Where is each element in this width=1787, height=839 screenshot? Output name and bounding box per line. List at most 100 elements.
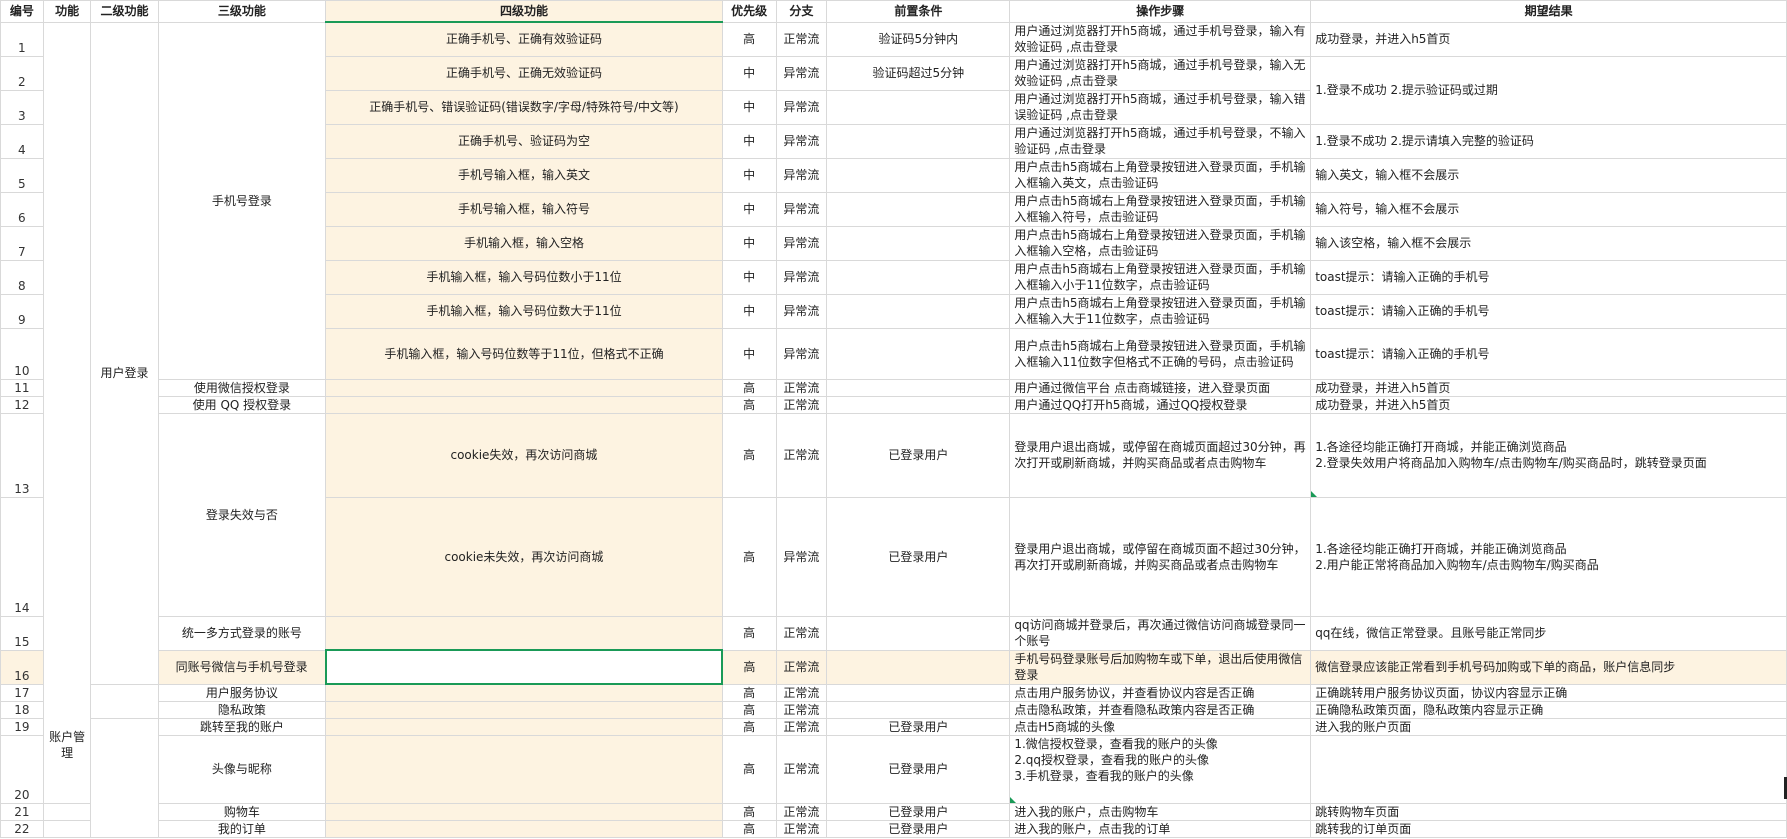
branch-cell[interactable]: 异常流 — [775, 191, 828, 227]
expected-cell[interactable]: 1.登录不成功 2.提示验证码或过期 — [1310, 55, 1787, 125]
header-cell[interactable]: 优先级 — [721, 0, 777, 23]
priority-cell[interactable]: 高 — [721, 683, 777, 702]
row-number[interactable]: 7 — [0, 225, 44, 261]
steps-cell[interactable]: 1.微信授权登录，查看我的账户的头像 2.qq授权登录，查看我的账户的头像 3.… — [1009, 734, 1312, 804]
expected-cell[interactable]: 1.各途径均能正确打开商城，并能正确浏览商品 2.用户能正常将商品加入购物车/点… — [1310, 496, 1787, 617]
header-cell[interactable]: 分支 — [775, 0, 828, 23]
steps-cell[interactable]: 用户点击h5商城右上角登录按钮进入登录页面，手机输入框输入符号，点击验证码 — [1009, 191, 1312, 227]
steps-cell[interactable]: 点击用户服务协议，并查看协议内容是否正确 — [1009, 683, 1312, 702]
tertiary-feature-cell[interactable]: 购物车 — [157, 802, 327, 821]
branch-cell[interactable]: 正常流 — [775, 21, 828, 57]
precondition-cell[interactable]: 验证码5分钟内 — [826, 21, 1011, 57]
expected-cell[interactable]: 正确跳转用户服务协议页面，协议内容显示正确 — [1310, 683, 1787, 702]
secondary-feature-cell-empty[interactable] — [90, 683, 159, 719]
expected-cell[interactable]: qq在线，微信正常登录。且账号能正常同步 — [1310, 615, 1787, 651]
priority-cell[interactable]: 高 — [721, 819, 777, 838]
l4-cell[interactable]: 正确手机号、正确无效验证码 — [325, 55, 723, 91]
expected-cell[interactable]: 微信登录应该能正常看到手机号码加购或下单的商品，账户信息同步 — [1310, 649, 1787, 685]
precondition-cell[interactable] — [826, 378, 1011, 397]
header-cell[interactable]: 三级功能 — [157, 0, 327, 23]
row-number[interactable]: 14 — [0, 496, 44, 617]
l4-cell[interactable]: 正确手机号、错误验证码(错误数字/字母/特殊符号/中文等) — [325, 89, 723, 125]
precondition-cell[interactable] — [826, 191, 1011, 227]
expected-cell[interactable]: toast提示：请输入正确的手机号 — [1310, 327, 1787, 380]
header-cell[interactable]: 二级功能 — [90, 0, 159, 23]
row-number[interactable]: 2 — [0, 55, 44, 91]
l4-cell[interactable]: 手机号输入框，输入符号 — [325, 191, 723, 227]
l4-cell[interactable] — [325, 700, 723, 719]
priority-cell[interactable]: 中 — [721, 259, 777, 295]
expected-cell[interactable]: 成功登录，并进入h5首页 — [1310, 395, 1787, 414]
row-number[interactable]: 6 — [0, 191, 44, 227]
expected-cell[interactable]: 1.登录不成功 2.提示请填入完整的验证码 — [1310, 123, 1787, 159]
priority-cell[interactable]: 中 — [721, 157, 777, 193]
row-number[interactable]: 10 — [0, 327, 44, 380]
expected-cell[interactable] — [1310, 734, 1787, 804]
priority-cell[interactable]: 高 — [721, 615, 777, 651]
steps-cell[interactable]: 用户点击h5商城右上角登录按钮进入登录页面，手机输入框输入空格，点击验证码 — [1009, 225, 1312, 261]
tertiary-feature-cell[interactable]: 统一多方式登录的账号 — [157, 615, 327, 651]
header-cell[interactable]: 期望结果 — [1310, 0, 1787, 23]
steps-cell[interactable]: 用户点击h5商城右上角登录按钮进入登录页面，手机输入框输入大于11位数字，点击验… — [1009, 293, 1312, 329]
row-number[interactable]: 4 — [0, 123, 44, 159]
priority-cell[interactable]: 中 — [721, 225, 777, 261]
expected-cell[interactable]: 跳转购物车页面 — [1310, 802, 1787, 821]
precondition-cell[interactable] — [826, 225, 1011, 261]
precondition-cell[interactable]: 已登录用户 — [826, 734, 1011, 804]
row-number[interactable]: 15 — [0, 615, 44, 651]
branch-cell[interactable]: 正常流 — [775, 683, 828, 702]
priority-cell[interactable]: 中 — [721, 191, 777, 227]
priority-cell[interactable]: 中 — [721, 89, 777, 125]
precondition-cell[interactable] — [826, 259, 1011, 295]
expected-cell[interactable]: 成功登录，并进入h5首页 — [1310, 378, 1787, 397]
priority-cell[interactable]: 高 — [721, 496, 777, 617]
precondition-cell[interactable] — [826, 700, 1011, 719]
steps-cell[interactable]: qq访问商城并登录后，再次通过微信访问商城登录同一个账号 — [1009, 615, 1312, 651]
steps-cell[interactable]: 用户点击h5商城右上角登录按钮进入登录页面，手机输入框输入小于11位数字，点击验… — [1009, 259, 1312, 295]
row-number[interactable]: 5 — [0, 157, 44, 193]
branch-cell[interactable]: 正常流 — [775, 412, 828, 498]
steps-cell[interactable]: 用户通过QQ打开h5商城，通过QQ授权登录 — [1009, 395, 1312, 414]
steps-cell[interactable]: 进入我的账户，点击我的订单 — [1009, 819, 1312, 838]
header-cell[interactable]: 功能 — [42, 0, 92, 23]
expected-cell[interactable]: toast提示：请输入正确的手机号 — [1310, 293, 1787, 329]
steps-cell[interactable]: 用户通过浏览器打开h5商城，通过手机号登录，不输入验证码 ,点击登录 — [1009, 123, 1312, 159]
row-number[interactable]: 11 — [0, 378, 44, 397]
header-cell[interactable]: 操作步骤 — [1009, 0, 1312, 23]
row-number[interactable]: 19 — [0, 717, 44, 736]
precondition-cell[interactable] — [826, 89, 1011, 125]
l4-cell[interactable] — [325, 683, 723, 702]
row-number[interactable]: 3 — [0, 89, 44, 125]
branch-cell[interactable]: 正常流 — [775, 802, 828, 821]
l4-cell[interactable] — [325, 819, 723, 838]
expected-cell[interactable]: 进入我的账户页面 — [1310, 717, 1787, 736]
row-number[interactable]: 17 — [0, 683, 44, 702]
branch-cell[interactable]: 异常流 — [775, 55, 828, 91]
steps-cell[interactable]: 用户通过浏览器打开h5商城，通过手机号登录，输入错误验证码 ,点击登录 — [1009, 89, 1312, 125]
tertiary-feature-cell[interactable]: 使用微信授权登录 — [157, 378, 327, 397]
steps-cell[interactable]: 点击H5商城的头像 — [1009, 717, 1312, 736]
branch-cell[interactable]: 异常流 — [775, 225, 828, 261]
expected-cell[interactable]: 跳转我的订单页面 — [1310, 819, 1787, 838]
priority-cell[interactable]: 高 — [721, 378, 777, 397]
steps-cell[interactable]: 手机号码登录账号后加购物车或下单，退出后使用微信登录 — [1009, 649, 1312, 685]
header-cell[interactable]: 编号 — [0, 0, 44, 23]
branch-cell[interactable]: 异常流 — [775, 157, 828, 193]
branch-cell[interactable]: 正常流 — [775, 717, 828, 736]
priority-cell[interactable]: 中 — [721, 55, 777, 91]
precondition-cell[interactable] — [826, 327, 1011, 380]
steps-cell[interactable]: 进入我的账户，点击购物车 — [1009, 802, 1312, 821]
row-number[interactable]: 16 — [0, 649, 44, 685]
steps-cell[interactable]: 登录用户退出商城，或停留在商城页面不超过30分钟，再次打开或刷新商城，并购买商品… — [1009, 496, 1312, 617]
precondition-cell[interactable]: 已登录用户 — [826, 412, 1011, 498]
l4-cell[interactable]: 正确手机号、验证码为空 — [325, 123, 723, 159]
steps-cell[interactable]: 用户点击h5商城右上角登录按钮进入登录页面，手机输入框输入英文，点击验证码 — [1009, 157, 1312, 193]
priority-cell[interactable]: 高 — [721, 21, 777, 57]
branch-cell[interactable]: 异常流 — [775, 327, 828, 380]
precondition-cell[interactable] — [826, 157, 1011, 193]
row-number[interactable]: 13 — [0, 412, 44, 498]
branch-cell[interactable]: 异常流 — [775, 259, 828, 295]
priority-cell[interactable]: 中 — [721, 123, 777, 159]
tertiary-feature-cell[interactable]: 隐私政策 — [157, 700, 327, 719]
precondition-cell[interactable]: 已登录用户 — [826, 496, 1011, 617]
